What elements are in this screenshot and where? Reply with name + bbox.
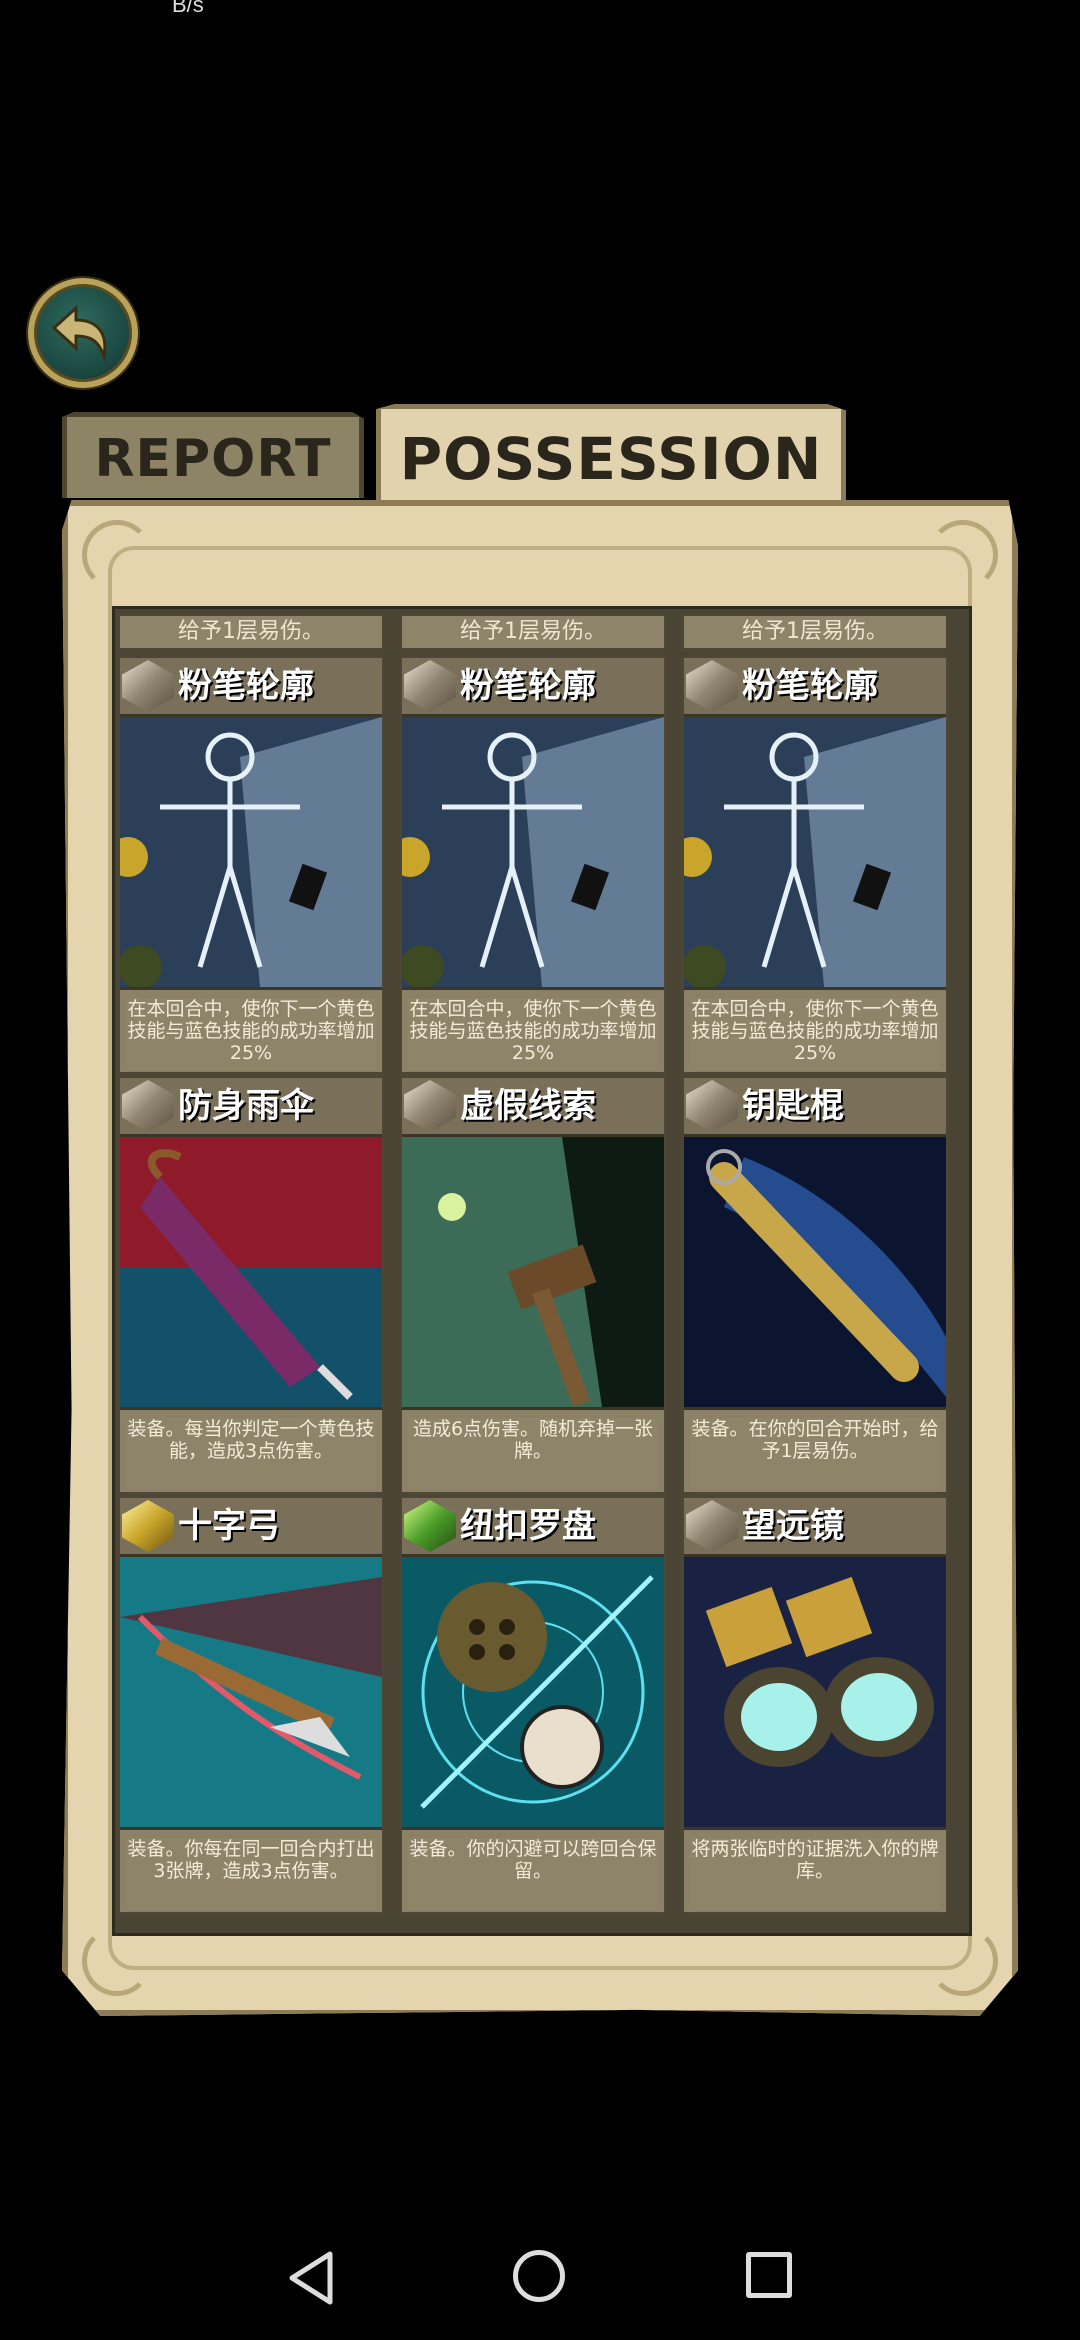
card-desc: 在本回合中，使你下一个黄色技能与蓝色技能的成功率增加25% — [126, 998, 376, 1070]
card-title: 粉笔轮廓 — [742, 666, 878, 706]
card-desc: 给予1层易伤。 — [681, 613, 949, 651]
card[interactable]: 十字弓 装备。你每在同一回合内打出3张牌，造成3点伤害。 — [117, 1495, 385, 1915]
false-clue-art — [402, 1137, 664, 1410]
system-nav-bar — [0, 2220, 1080, 2340]
card-header: 纽扣罗盘 — [402, 1498, 664, 1557]
crossbow-art — [120, 1557, 382, 1830]
card[interactable]: 虚假线索 造成6点伤害。随机弃掉一张牌。 — [399, 1075, 667, 1495]
rarity-gem-icon — [404, 1080, 456, 1132]
status-speed: B/s — [172, 0, 204, 17]
corner-ornament — [82, 520, 152, 590]
rarity-gem-icon — [122, 660, 174, 712]
nav-recents-icon[interactable] — [746, 2252, 792, 2298]
chalk-outline-art — [120, 717, 382, 990]
card[interactable]: 粉笔轮廓 在本回合中，使你下一个黄色技能与蓝色技能的成功率增加25% — [117, 655, 385, 1075]
card-title: 虚假线索 — [460, 1086, 596, 1126]
card-title: 望远镜 — [742, 1506, 844, 1546]
card-title: 粉笔轮廓 — [460, 666, 596, 706]
card[interactable]: 钥匙棍 装备。在你的回合开始时，给予1层易伤。 — [681, 1075, 949, 1495]
rarity-gem-icon — [686, 1500, 738, 1552]
card-desc: 在本回合中，使你下一个黄色技能与蓝色技能的成功率增加25% — [408, 998, 658, 1070]
nav-home-icon[interactable] — [513, 2250, 565, 2302]
card-title: 钥匙棍 — [742, 1086, 844, 1126]
chalk-outline-art — [684, 717, 946, 990]
card-header: 粉笔轮廓 — [402, 658, 664, 717]
card-title: 纽扣罗盘 — [460, 1506, 596, 1546]
card-desc: 装备。每当你判定一个黄色技能，造成3点伤害。 — [126, 1418, 376, 1490]
card-title: 防身雨伞 — [178, 1086, 314, 1126]
rarity-gem-icon — [686, 660, 738, 712]
card-desc: 装备。在你的回合开始时，给予1层易伤。 — [690, 1418, 940, 1490]
card-desc: 装备。你的闪避可以跨回合保留。 — [408, 1838, 658, 1910]
card-header: 粉笔轮廓 — [120, 658, 382, 717]
rarity-gem-icon — [686, 1080, 738, 1132]
card-desc: 给予1层易伤。 — [117, 613, 385, 651]
corner-ornament — [82, 1926, 152, 1996]
card-desc: 装备。你每在同一回合内打出3张牌，造成3点伤害。 — [126, 1838, 376, 1910]
card-desc: 造成6点伤害。随机弃掉一张牌。 — [408, 1418, 658, 1490]
card-header: 十字弓 — [120, 1498, 382, 1557]
rarity-gem-icon — [122, 1500, 174, 1552]
corner-ornament — [928, 520, 998, 590]
key-stick-art — [684, 1137, 946, 1410]
back-button[interactable] — [28, 278, 138, 388]
card-grid[interactable]: 给予1层易伤。 给予1层易伤。 给予1层易伤。 粉笔轮廓 在本回合中，使你下一个… — [112, 606, 972, 1936]
card[interactable]: 防身雨伞 装备。每当你判定一个黄色技能，造成3点伤害。 — [117, 1075, 385, 1495]
card[interactable]: 粉笔轮廓 在本回合中，使你下一个黄色技能与蓝色技能的成功率增加25% — [681, 655, 949, 1075]
partial-card-row: 给予1层易伤。 给予1层易伤。 给予1层易伤。 — [115, 609, 969, 655]
nav-back-icon[interactable] — [286, 2250, 336, 2306]
card-header: 望远镜 — [684, 1498, 946, 1557]
rarity-gem-icon — [404, 1500, 456, 1552]
card-header: 钥匙棍 — [684, 1078, 946, 1137]
card[interactable]: 粉笔轮廓 在本回合中，使你下一个黄色技能与蓝色技能的成功率增加25% — [399, 655, 667, 1075]
card[interactable]: 纽扣罗盘 装备。你的闪避可以跨回合保留。 — [399, 1495, 667, 1915]
umbrella-art — [120, 1137, 382, 1410]
card-header: 防身雨伞 — [120, 1078, 382, 1137]
card[interactable]: 望远镜 将两张临时的证据洗入你的牌库。 — [681, 1495, 949, 1915]
binoculars-art — [684, 1557, 946, 1830]
card-desc: 给予1层易伤。 — [399, 613, 667, 651]
rarity-gem-icon — [122, 1080, 174, 1132]
button-compass-art — [402, 1557, 664, 1830]
card-header: 虚假线索 — [402, 1078, 664, 1137]
chalk-outline-art — [402, 717, 664, 990]
rarity-gem-icon — [404, 660, 456, 712]
back-arrow-icon — [51, 304, 107, 362]
card-desc: 在本回合中，使你下一个黄色技能与蓝色技能的成功率增加25% — [690, 998, 940, 1070]
corner-ornament — [928, 1926, 998, 1996]
card-title: 十字弓 — [178, 1506, 280, 1546]
card-desc: 将两张临时的证据洗入你的牌库。 — [690, 1838, 940, 1910]
tab-report[interactable]: REPORT — [62, 412, 364, 498]
card-title: 粉笔轮廓 — [178, 666, 314, 706]
card-header: 粉笔轮廓 — [684, 658, 946, 717]
